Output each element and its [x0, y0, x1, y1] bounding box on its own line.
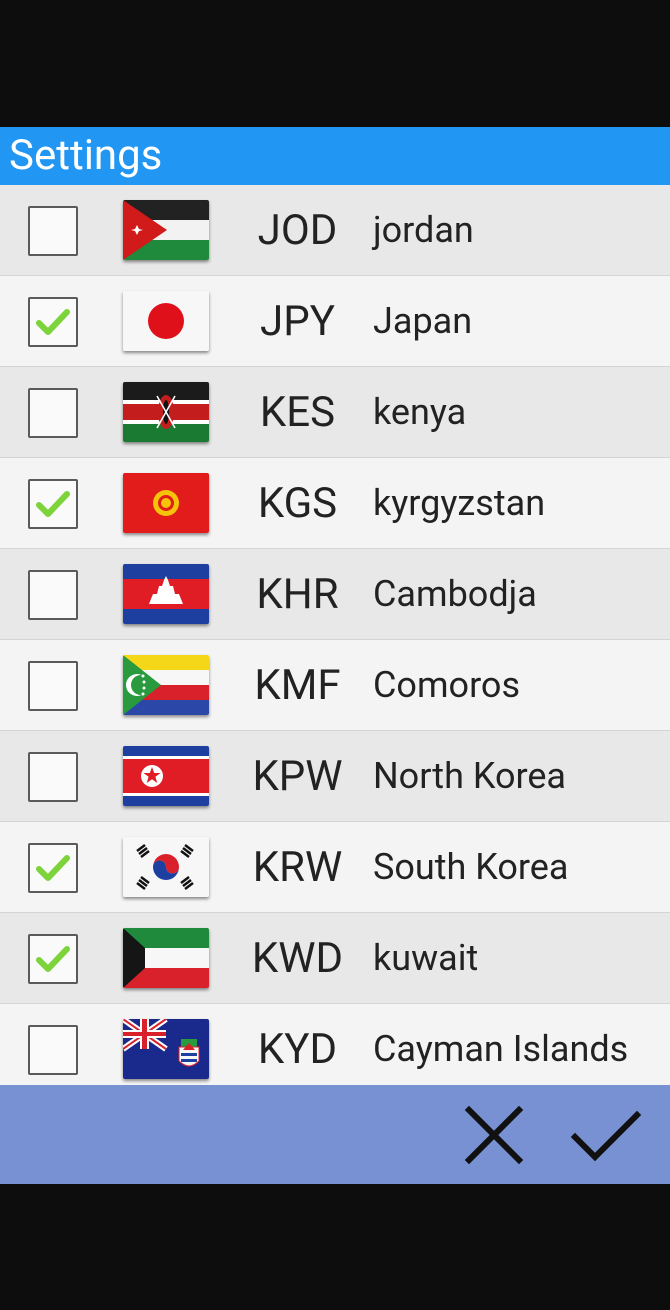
check-mark-icon	[36, 309, 70, 335]
country-name: North Korea	[373, 755, 567, 797]
currency-row[interactable]: JOD jordan	[0, 185, 670, 276]
checkbox[interactable]	[28, 934, 78, 984]
currency-code: KRW	[252, 843, 343, 892]
check-mark-icon	[36, 855, 70, 881]
checkbox[interactable]	[28, 570, 78, 620]
kuwait-flag-icon	[123, 928, 209, 988]
action-bar	[0, 1085, 670, 1184]
currency-row[interactable]: KES kenya	[0, 367, 670, 458]
checkbox[interactable]	[28, 661, 78, 711]
currency-code: KGS	[257, 479, 338, 528]
checkbox[interactable]	[28, 388, 78, 438]
currency-code: KWD	[251, 934, 344, 983]
checkbox[interactable]	[28, 479, 78, 529]
kyrgyzstan-flag-icon	[123, 473, 209, 533]
country-name: Cambodja	[373, 573, 537, 615]
currency-row[interactable]: JPY Japan	[0, 276, 670, 367]
check-mark-icon	[36, 491, 70, 517]
currency-code: JOD	[257, 206, 338, 255]
currency-code: KES	[259, 388, 336, 437]
north-korea-flag-icon	[123, 746, 209, 806]
country-name: kyrgyzstan	[373, 482, 546, 524]
country-name: kuwait	[373, 937, 479, 979]
japan-flag-icon	[123, 291, 209, 351]
currency-row[interactable]: KRW South Korea	[0, 822, 670, 913]
cayman-islands-flag-icon	[123, 1019, 209, 1079]
close-icon	[464, 1105, 524, 1165]
currency-row[interactable]: KYD Cayman Islands	[0, 1004, 670, 1085]
checkbox[interactable]	[28, 297, 78, 347]
currency-list[interactable]: JOD jordan JPY Japan KES kenya KGS kyrgy…	[0, 185, 670, 1085]
currency-code: KHR	[256, 570, 339, 619]
settings-dialog: Settings JOD jordan JPY Japan KES kenya …	[0, 127, 670, 1184]
country-name: Japan	[373, 300, 473, 342]
confirm-button[interactable]	[570, 1099, 642, 1171]
country-name: Comoros	[373, 664, 521, 706]
country-name: South Korea	[373, 846, 569, 888]
dialog-title: Settings	[0, 127, 670, 185]
kenya-flag-icon	[123, 382, 209, 442]
currency-row[interactable]: KWD kuwait	[0, 913, 670, 1004]
checkbox[interactable]	[28, 752, 78, 802]
currency-row[interactable]: KGS kyrgyzstan	[0, 458, 670, 549]
check-mark-icon	[36, 946, 70, 972]
currency-row[interactable]: KHR Cambodja	[0, 549, 670, 640]
cancel-button[interactable]	[458, 1099, 530, 1171]
country-name: jordan	[373, 209, 474, 251]
checkbox[interactable]	[28, 843, 78, 893]
currency-row[interactable]: KMF Comoros	[0, 640, 670, 731]
cambodia-flag-icon	[123, 564, 209, 624]
comoros-flag-icon	[123, 655, 209, 715]
currency-code: JPY	[260, 297, 335, 346]
currency-code: KPW	[252, 752, 343, 801]
checkbox[interactable]	[28, 206, 78, 256]
country-name: Cayman Islands	[373, 1028, 629, 1070]
jordan-flag-icon	[123, 200, 209, 260]
south-korea-flag-icon	[123, 837, 209, 897]
checkbox[interactable]	[28, 1025, 78, 1075]
currency-code: KYD	[257, 1025, 338, 1074]
check-icon	[570, 1110, 642, 1162]
currency-row[interactable]: KPW North Korea	[0, 731, 670, 822]
country-name: kenya	[373, 391, 467, 433]
currency-code: KMF	[254, 661, 341, 710]
